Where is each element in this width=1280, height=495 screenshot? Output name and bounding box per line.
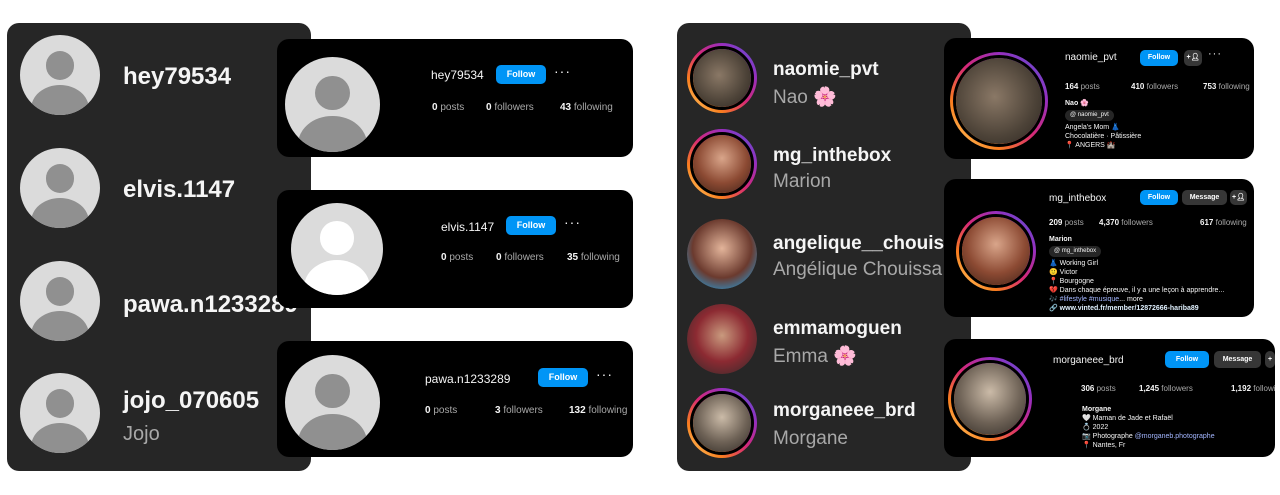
follow-button[interactable]: Follow <box>1140 190 1178 205</box>
username[interactable]: jojo_070605 <box>123 387 259 415</box>
username[interactable]: hey79534 <box>123 63 231 91</box>
more-options-icon[interactable]: ··· <box>554 63 571 79</box>
card-username[interactable]: elvis.1147 <box>441 220 494 234</box>
username[interactable]: naomie_pvt <box>773 59 879 81</box>
list-item[interactable]: hey79534 <box>7 23 311 123</box>
more-options-icon[interactable]: ··· <box>564 214 581 230</box>
full-name: Jojo <box>123 423 160 445</box>
profile-stats: 0 posts 0 followers 35 following <box>441 252 620 263</box>
list-item[interactable]: mg_inthebox Marion <box>677 119 971 219</box>
threads-badge[interactable]: @ mg_inthebox <box>1049 246 1102 257</box>
full-name: Nao 🌸 <box>773 87 837 108</box>
default-avatar[interactable] <box>285 355 380 450</box>
default-avatar[interactable] <box>285 57 380 152</box>
profile-stats: 0 posts 3 followers 132 following <box>425 405 628 416</box>
username[interactable]: mg_inthebox <box>773 145 891 167</box>
username[interactable]: angelique__chouis <box>773 233 944 255</box>
story-avatar[interactable] <box>956 211 1036 291</box>
add-user-icon[interactable]: +👤︎ <box>1230 190 1247 205</box>
list-item[interactable]: pawa.n1233289 <box>7 249 311 349</box>
mention-link[interactable]: @morganeb.photographe <box>1135 433 1215 440</box>
card-username[interactable]: hey79534 <box>431 68 484 82</box>
right-suggestions-list: naomie_pvt Nao 🌸 mg_inthebox Marion ange… <box>677 23 971 471</box>
list-item[interactable]: naomie_pvt Nao 🌸 <box>677 33 971 133</box>
profile-card-elvis: elvis.1147 Follow ··· 0 posts 0 follower… <box>277 190 633 308</box>
default-avatar[interactable] <box>20 148 100 228</box>
more-link[interactable]: ... more <box>1119 296 1143 303</box>
username[interactable]: morganeee_brd <box>773 400 916 422</box>
profile-photo <box>693 394 751 452</box>
message-button[interactable]: Message <box>1182 190 1227 205</box>
list-item[interactable]: elvis.1147 <box>7 136 311 236</box>
username[interactable]: emmamoguen <box>773 318 902 340</box>
card-username[interactable]: naomie_pvt <box>1065 52 1117 63</box>
profile-card-morgane: morganeee_brd Follow Message + 306 posts… <box>944 339 1275 457</box>
follow-button[interactable]: Follow <box>1165 351 1209 368</box>
profile-photo <box>687 219 757 289</box>
profile-photo <box>693 135 751 193</box>
profile-card-pawa: pawa.n1233289 Follow ··· 0 posts 3 follo… <box>277 341 633 457</box>
profile-photo <box>687 304 757 374</box>
story-avatar[interactable] <box>687 388 757 458</box>
default-avatar[interactable] <box>20 35 100 115</box>
profile-card-hey79534: hey79534 Follow ··· 0 posts 0 followers … <box>277 39 633 157</box>
message-button[interactable]: Message <box>1214 351 1261 368</box>
username[interactable]: pawa.n1233289 <box>123 291 298 319</box>
external-link[interactable]: 🔗 www.vinted.fr/member/12872666-hariba89 <box>1049 304 1224 313</box>
card-username[interactable]: mg_inthebox <box>1049 193 1106 204</box>
story-avatar[interactable] <box>950 52 1048 150</box>
avatar[interactable] <box>687 304 757 374</box>
follow-button[interactable]: Follow <box>1140 50 1178 66</box>
username[interactable]: elvis.1147 <box>123 176 235 204</box>
profile-card-naomie: naomie_pvt Follow +👤︎ ··· 164 posts 410 … <box>944 38 1254 159</box>
full-name: Angélique Chouissa <box>773 259 943 280</box>
full-name: Emma 🌸 <box>773 346 857 367</box>
profile-stats: 0 posts 0 followers 43 following <box>432 102 613 113</box>
card-username[interactable]: morganeee_brd <box>1053 355 1124 366</box>
card-username[interactable]: pawa.n1233289 <box>425 372 510 386</box>
story-avatar[interactable] <box>948 357 1032 441</box>
hashtags[interactable]: #lifestyle #musique <box>1060 296 1120 303</box>
threads-badge[interactable]: @ naomie_pvt <box>1065 110 1114 121</box>
default-avatar[interactable] <box>20 261 100 341</box>
left-suggestions-list: hey79534 elvis.1147 pawa.n1233289 jojo_0… <box>7 23 311 471</box>
profile-stats: 164 posts 410 followers 753 following <box>1065 82 1250 91</box>
list-item[interactable]: angelique__chouis Angélique Chouissa <box>677 207 971 307</box>
profile-stats: 306 posts 1,245 followers 1,192 followin… <box>1081 384 1275 393</box>
list-item[interactable]: emmamoguen Emma 🌸 <box>677 294 971 394</box>
story-avatar[interactable] <box>687 43 757 113</box>
avatar[interactable] <box>687 219 757 289</box>
follow-button[interactable]: Follow <box>506 216 556 235</box>
profile-bio: Morgane 🤍 Maman de Jade et Rafaël 💍 2022… <box>1082 406 1215 449</box>
default-avatar[interactable] <box>20 373 100 453</box>
default-avatar[interactable] <box>291 203 383 295</box>
add-user-icon[interactable]: +👤︎ <box>1184 50 1202 66</box>
list-item[interactable]: morganeee_brd Morgane <box>677 380 971 471</box>
add-user-icon[interactable]: + <box>1265 351 1275 368</box>
list-item[interactable]: jojo_070605 Jojo <box>7 361 311 461</box>
profile-bio: Nao 🌸 @ naomie_pvt Angela's Mom 👗 Chocol… <box>1065 100 1142 149</box>
profile-bio: Marion @ mg_inthebox 👗 Working Girl 🙂 Vi… <box>1049 236 1225 313</box>
full-name: Marion <box>773 171 832 192</box>
profile-card-mg: mg_inthebox Follow Message +👤︎ 209 posts… <box>944 179 1254 317</box>
story-avatar[interactable] <box>687 129 757 199</box>
profile-photo <box>693 49 751 107</box>
follow-button[interactable]: Follow <box>538 368 588 387</box>
profile-stats: 209 posts 4,370 followers 617 following <box>1049 218 1247 227</box>
full-name: Morgane <box>773 428 848 449</box>
follow-button[interactable]: Follow <box>496 65 546 84</box>
more-options-icon[interactable]: ··· <box>1208 48 1222 60</box>
more-options-icon[interactable]: ··· <box>596 366 613 382</box>
